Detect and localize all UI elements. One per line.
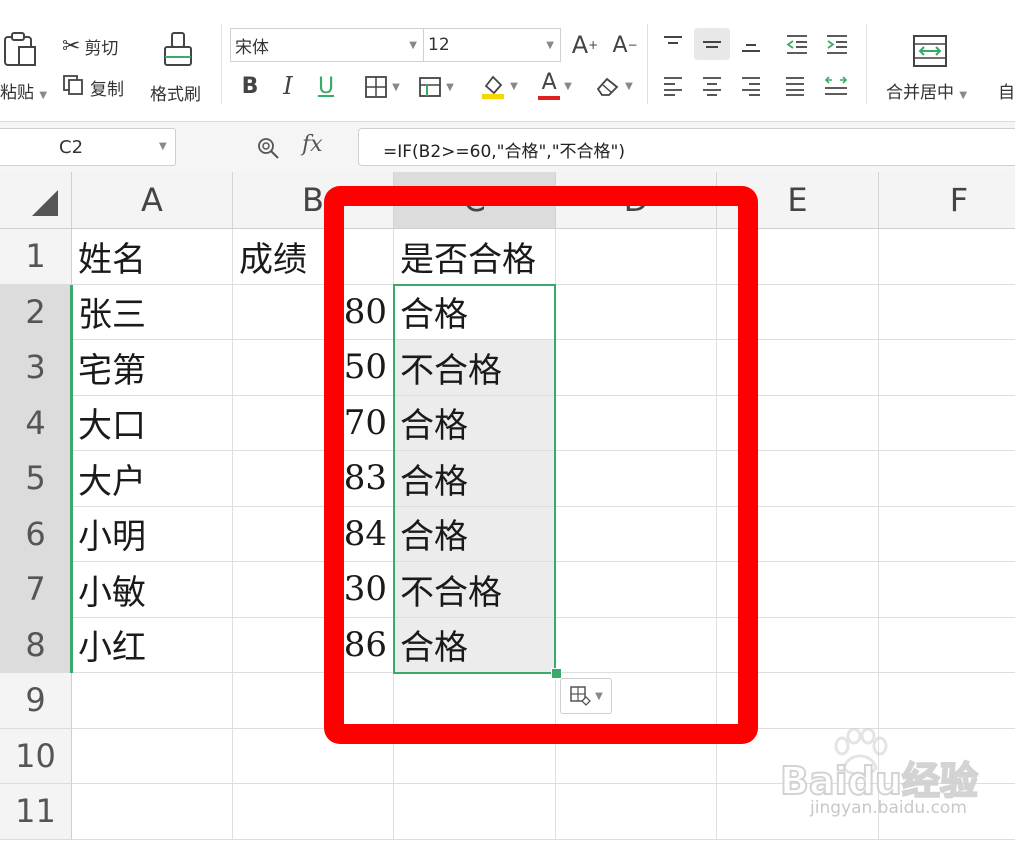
cell-f4[interactable] [879, 396, 1015, 451]
cell-f7[interactable] [879, 562, 1015, 618]
cell-b9[interactable] [233, 673, 394, 729]
cell-e6[interactable] [717, 506, 879, 562]
cell-d8[interactable] [556, 617, 717, 673]
cell-d10[interactable] [556, 728, 717, 784]
cell-e1[interactable] [717, 229, 879, 285]
cell-b3[interactable]: 50 [233, 340, 394, 396]
cell-e5[interactable] [717, 451, 879, 507]
cell-d6[interactable] [556, 506, 717, 562]
column-header-f[interactable]: F [879, 172, 1015, 229]
cell-c3[interactable]: 不合格 [394, 340, 556, 396]
cell-a5[interactable]: 大户 [72, 451, 233, 507]
cell-b4[interactable]: 70 [233, 395, 394, 451]
row-header-8[interactable]: 8 [0, 617, 72, 673]
cell-b1[interactable]: 成绩 [233, 229, 394, 285]
cell-f9[interactable] [879, 673, 1015, 729]
cell-e3[interactable] [717, 340, 879, 396]
row-header-10[interactable]: 10 [0, 728, 72, 784]
cell-c11[interactable] [394, 784, 556, 840]
paste-options-button[interactable]: ▼ [560, 678, 612, 714]
cell-c6[interactable]: 合格 [394, 506, 556, 562]
cell-a11[interactable] [72, 784, 233, 840]
cell-f10[interactable] [879, 729, 1015, 784]
cell-e2[interactable] [717, 284, 879, 340]
row-header-3[interactable]: 3 [0, 340, 72, 396]
cell-f2[interactable] [879, 285, 1015, 340]
cell-d5[interactable] [556, 451, 717, 507]
cell-b6[interactable]: 84 [233, 506, 394, 562]
row-header-9[interactable]: 9 [0, 673, 72, 729]
row-header-7[interactable]: 7 [0, 562, 72, 618]
cell-b10[interactable] [233, 728, 394, 784]
column-header-a[interactable]: A [72, 172, 233, 229]
row-header-1[interactable]: 1 [0, 229, 72, 285]
paste-options-dropdown-icon[interactable]: ▼ [595, 691, 603, 702]
column-header-c[interactable]: C [394, 172, 556, 229]
cell-b8[interactable]: 86 [233, 617, 394, 673]
cell-f8[interactable] [879, 618, 1015, 673]
row-header-6[interactable]: 6 [0, 506, 72, 562]
cell-b5[interactable]: 83 [233, 451, 394, 507]
cell-d11[interactable] [556, 784, 717, 840]
cell-c9[interactable] [394, 673, 556, 729]
cell-a4[interactable]: 大口 [72, 395, 233, 451]
cell-c5[interactable]: 合格 [394, 451, 556, 507]
select-all-corner[interactable] [0, 172, 72, 229]
cell-e7[interactable] [717, 562, 879, 618]
cell-f3[interactable] [879, 340, 1015, 396]
cell-b11[interactable] [233, 784, 394, 840]
cell-f11[interactable] [879, 784, 1015, 840]
cell-b2[interactable]: 80 [233, 284, 394, 340]
cell-e11[interactable] [717, 784, 879, 840]
cell-a1[interactable]: 姓名 [72, 229, 233, 285]
cell-d3[interactable] [556, 340, 717, 396]
cell-c10[interactable] [394, 728, 556, 784]
cell-c7[interactable]: 不合格 [394, 562, 556, 618]
column-header-e[interactable]: E [717, 172, 879, 229]
row-header-11[interactable]: 11 [0, 784, 72, 840]
cell-d4[interactable] [556, 395, 717, 451]
cell-c4[interactable]: 合格 [394, 395, 556, 451]
row-header-2[interactable]: 2 [0, 284, 72, 340]
spreadsheet-grid: A B C D E F 1 姓名 成绩 是否合格 2 张三 80 合格 3 宅第 50 不合格 4 大口 70 合格 5 大户… [0, 0, 1015, 841]
row-header-5[interactable]: 5 [0, 451, 72, 507]
cell-a8[interactable]: 小红 [72, 617, 233, 673]
cell-f5[interactable] [879, 451, 1015, 507]
cell-a2[interactable]: 张三 [72, 284, 233, 340]
cell-f6[interactable] [879, 507, 1015, 562]
cell-a10[interactable] [72, 728, 233, 784]
cell-a9[interactable] [72, 673, 233, 729]
cell-c1[interactable]: 是否合格 [394, 229, 556, 285]
cell-d2[interactable] [556, 284, 717, 340]
cell-b7[interactable]: 30 [233, 562, 394, 618]
cell-d1[interactable] [556, 229, 717, 285]
row-header-4[interactable]: 4 [0, 395, 72, 451]
cell-e9[interactable] [717, 673, 879, 729]
column-header-b[interactable]: B [233, 172, 394, 229]
column-header-d[interactable]: D [556, 172, 717, 229]
cell-e4[interactable] [717, 395, 879, 451]
cell-c8[interactable]: 合格 [394, 617, 556, 673]
cell-e8[interactable] [717, 617, 879, 673]
cell-d7[interactable] [556, 562, 717, 618]
cell-f1[interactable] [879, 229, 1015, 285]
cell-c2[interactable]: 合格 [394, 284, 556, 340]
source-range-marker [70, 284, 73, 673]
cell-e10[interactable] [717, 728, 879, 784]
cell-a3[interactable]: 宅第 [72, 340, 233, 396]
select-all-icon [32, 190, 58, 216]
cell-a7[interactable]: 小敏 [72, 562, 233, 618]
paste-options-icon [570, 686, 592, 706]
fill-handle[interactable] [551, 668, 562, 679]
cell-a6[interactable]: 小明 [72, 506, 233, 562]
